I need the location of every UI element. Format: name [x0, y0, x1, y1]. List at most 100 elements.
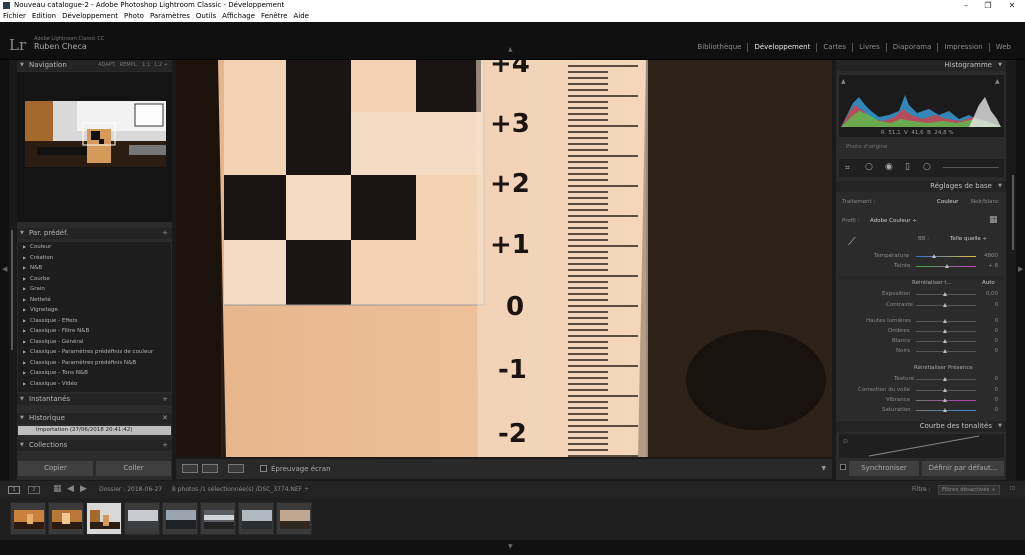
- module-developpement[interactable]: Développement: [748, 43, 818, 52]
- brush-slider[interactable]: [943, 167, 999, 168]
- presets-header[interactable]: ▼ Par. prédéf. +: [17, 228, 172, 239]
- preset-folder[interactable]: ▶ N&B: [18, 263, 171, 274]
- navigator-thumbnail[interactable]: [25, 101, 166, 167]
- shadows-thumb[interactable]: [943, 329, 947, 333]
- module-diaporama[interactable]: Diaporama: [887, 43, 939, 52]
- softproof-checkbox[interactable]: [260, 465, 267, 472]
- contrast-thumb[interactable]: [943, 303, 947, 307]
- filter-dropdown[interactable]: Filtres désactivés ÷: [938, 485, 1000, 495]
- menu-aide[interactable]: Aide: [293, 11, 308, 22]
- texture-thumb[interactable]: [943, 377, 947, 381]
- histogram[interactable]: ▲ ▲: [839, 75, 1004, 137]
- filmstrip-thumb[interactable]: [276, 502, 312, 535]
- exposure-thumb[interactable]: [943, 292, 947, 296]
- before-after-split-icon[interactable]: [228, 464, 244, 473]
- tone-curve-graph[interactable]: ⊙: [839, 434, 1004, 458]
- menu-developpement[interactable]: Développement: [62, 11, 118, 22]
- photo-preview[interactable]: +4 +3 +2 +1 0 -1 -2: [176, 60, 832, 457]
- filter-lock-icon[interactable]: ⊡: [1010, 485, 1015, 492]
- texture-value[interactable]: 0: [978, 376, 999, 382]
- before-after-icon[interactable]: [202, 464, 218, 473]
- module-web[interactable]: Web: [990, 43, 1017, 52]
- preset-folder[interactable]: ▶ Classique - Effets: [18, 316, 171, 327]
- preset-folder[interactable]: ▶ Classique - Paramètres prédéfinis de co…: [18, 347, 171, 358]
- wb-eyedropper-icon[interactable]: ⟋: [848, 235, 856, 249]
- chevron-down-icon[interactable]: ▼: [508, 543, 513, 550]
- menu-fichier[interactable]: Fichier: [3, 11, 26, 22]
- preset-folder[interactable]: ▶ Classique - Tons N&B: [18, 368, 171, 379]
- vibrance-thumb[interactable]: [943, 398, 947, 402]
- filmstrip-thumb[interactable]: [10, 502, 46, 535]
- wb-dropdown[interactable]: Telle quelle ÷: [950, 236, 987, 242]
- histogram-header[interactable]: Histogramme ▼: [836, 60, 1006, 71]
- minimize-icon[interactable]: –: [955, 0, 977, 11]
- contrast-value[interactable]: 0: [978, 302, 999, 308]
- tint-thumb[interactable]: [945, 264, 949, 268]
- add-snapshot-icon[interactable]: +: [162, 394, 168, 405]
- copy-button[interactable]: Copier: [18, 461, 93, 476]
- nav-opt-adapt[interactable]: ADAPT.: [98, 60, 116, 71]
- module-impression[interactable]: Impression: [938, 43, 990, 52]
- profile-browser-icon[interactable]: ▦: [989, 215, 998, 225]
- add-collection-icon[interactable]: +: [162, 440, 168, 451]
- whites-thumb[interactable]: [943, 339, 947, 343]
- whites-value[interactable]: 0: [978, 338, 999, 344]
- grid-icon[interactable]: ▦: [53, 484, 62, 494]
- synchronize-button[interactable]: Synchroniser: [849, 461, 919, 476]
- preset-folder[interactable]: ▶ Classique - Paramètres prédéfinis N&B: [18, 358, 171, 369]
- paste-button[interactable]: Coller: [96, 461, 171, 476]
- left-edge-strip[interactable]: ◀: [0, 60, 9, 480]
- module-cartes[interactable]: Cartes: [817, 43, 854, 52]
- collections-header[interactable]: ▼ Collections +: [17, 440, 172, 451]
- nav-opt-1-2[interactable]: 1:2 ÷: [154, 60, 168, 71]
- module-bibliotheque[interactable]: Bibliothèque: [691, 43, 749, 52]
- back-arrow-icon[interactable]: ◀: [67, 484, 74, 494]
- preset-folder[interactable]: ▶ Classique - Filtre N&B: [18, 326, 171, 337]
- filmstrip-thumb[interactable]: [162, 502, 198, 535]
- snapshots-header[interactable]: ▼ Instantanés +: [17, 394, 172, 405]
- exposure-value[interactable]: 0,00: [978, 291, 998, 297]
- profile-dropdown[interactable]: Adobe Couleur ÷: [870, 218, 917, 224]
- navigator-header[interactable]: ▼ Navigation ADAPT. REMPL. 1:1 1:2 ÷: [17, 60, 172, 71]
- tint-value[interactable]: + 8: [978, 263, 998, 269]
- preset-folder[interactable]: ▶ Courbe: [18, 274, 171, 285]
- menu-parametres[interactable]: Paramètres: [150, 11, 190, 22]
- history-item[interactable]: Importation (27/06/2018 20:41:42): [18, 426, 171, 435]
- nav-opt-1-1[interactable]: 1:1: [142, 60, 150, 71]
- set-default-button[interactable]: Définir par défaut...: [922, 461, 1004, 476]
- tone-curve-header[interactable]: Courbe des tonalités ▼: [836, 421, 1006, 432]
- left-panel-scrollbar[interactable]: [11, 230, 13, 350]
- preset-folder[interactable]: ▶ Grain: [18, 284, 171, 295]
- preset-folder[interactable]: ▶ Vignetage: [18, 305, 171, 316]
- menu-photo[interactable]: Photo: [124, 11, 144, 22]
- graduated-filter-icon[interactable]: ▯: [905, 162, 910, 172]
- chevron-left-icon[interactable]: ◀: [2, 265, 7, 273]
- filmstrip-thumb[interactable]: [48, 502, 84, 535]
- treatment-color-option[interactable]: Couleur: [937, 199, 958, 205]
- blacks-value[interactable]: 0: [978, 348, 999, 354]
- maximize-icon[interactable]: ❐: [977, 0, 999, 11]
- dehaze-thumb[interactable]: [943, 388, 947, 392]
- dehaze-value[interactable]: 0: [978, 387, 999, 393]
- crop-icon[interactable]: ⌗: [845, 163, 850, 173]
- menu-affichage[interactable]: Affichage: [222, 11, 255, 22]
- redeye-icon[interactable]: ◉: [885, 162, 893, 172]
- filmstrip-thumb[interactable]: [124, 502, 160, 535]
- preset-folder[interactable]: ▶ Classique - Vidéo: [18, 379, 171, 390]
- preset-folder[interactable]: ▶ Netteté: [18, 295, 171, 306]
- main-image-view[interactable]: +4 +3 +2 +1 0 -1 -2: [176, 60, 832, 457]
- screen-2-button[interactable]: 2: [28, 486, 40, 494]
- spot-removal-icon[interactable]: ○: [865, 162, 873, 172]
- add-preset-icon[interactable]: +: [162, 228, 168, 239]
- original-photo-label[interactable]: Photo d'origine: [846, 144, 887, 150]
- selection-info[interactable]: 8 photos /1 sélectionnée(s) /DSC_3774.NE…: [172, 486, 309, 493]
- navigator-preview[interactable]: [17, 72, 172, 222]
- forward-arrow-icon[interactable]: ▶: [80, 484, 87, 494]
- right-edge-strip[interactable]: ▶: [1016, 60, 1025, 480]
- toolbar-menu-icon[interactable]: ▼: [821, 465, 826, 472]
- temperature-thumb[interactable]: [932, 254, 936, 258]
- presence-reset-label[interactable]: Réinitialiser Présence: [914, 365, 973, 371]
- temperature-track[interactable]: [916, 256, 976, 257]
- temperature-value[interactable]: 4800: [978, 253, 998, 259]
- filmstrip-thumb[interactable]: [238, 502, 274, 535]
